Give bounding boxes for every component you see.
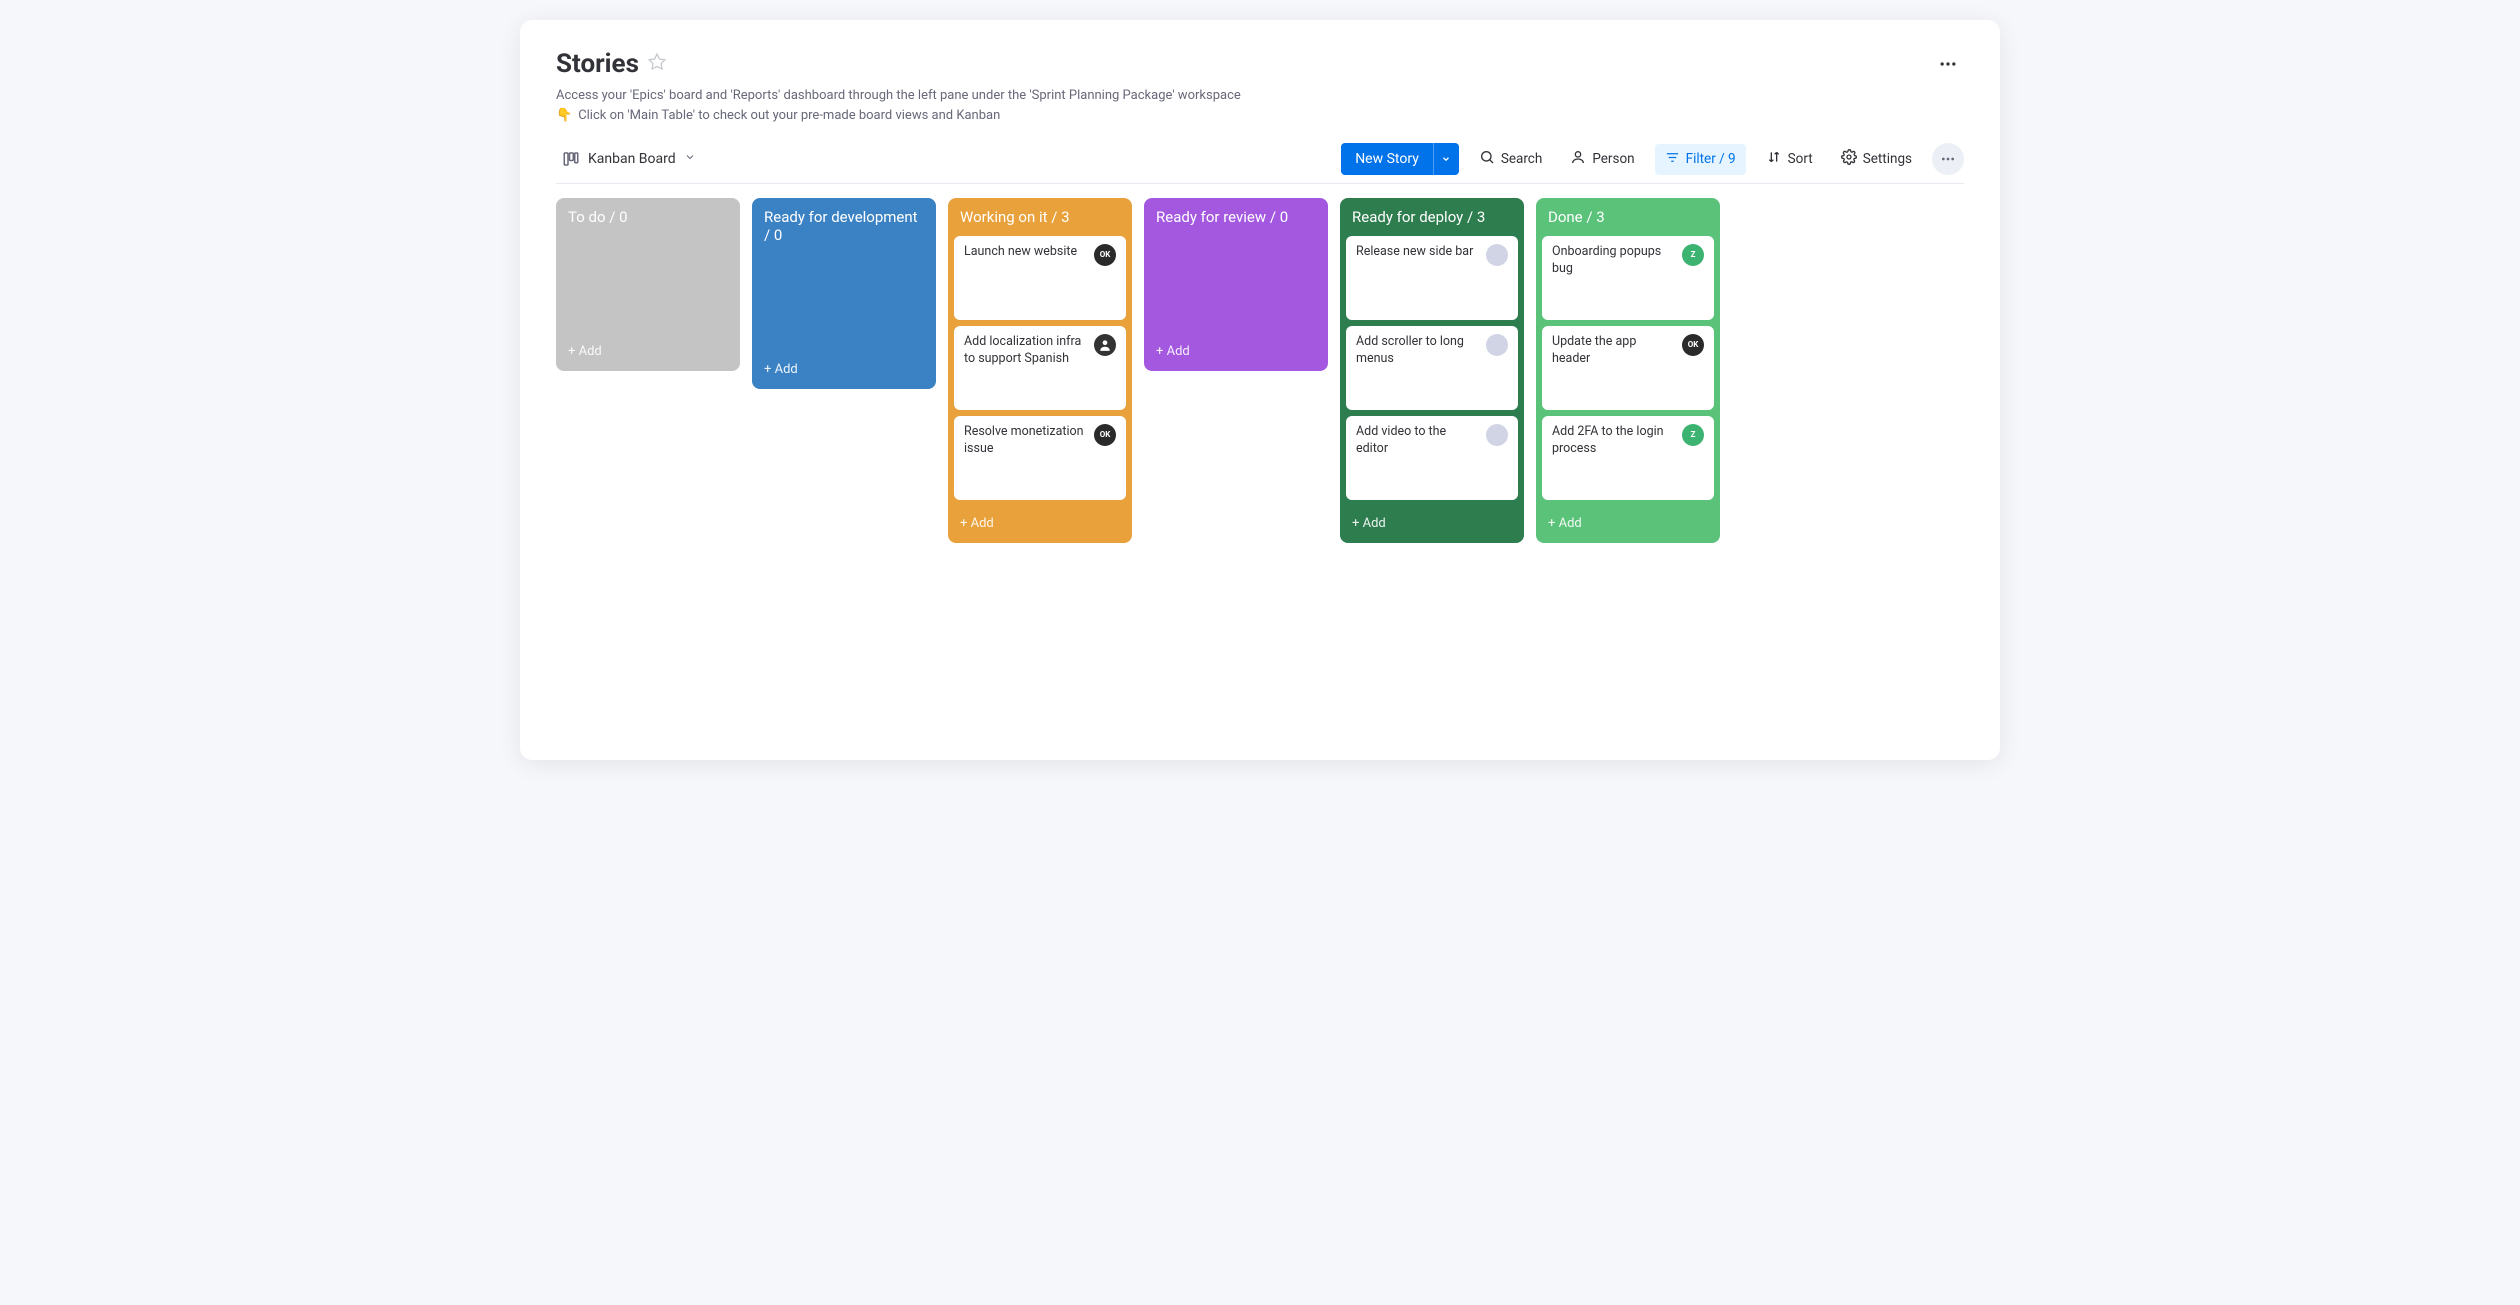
add-card-button[interactable]: + Add [1536,506,1720,543]
column-done: Done / 3 Onboarding popups bug Z Update the… [1536,198,1720,543]
assignee-avatar[interactable] [1094,334,1116,356]
assignee-avatar[interactable]: Z [1682,424,1704,446]
title-wrap: Stories [556,49,667,79]
card-title: Resolve monetization issue [964,424,1088,492]
card-title: Add scroller to long menus [1356,334,1480,402]
toolbar-more-button[interactable] [1932,143,1964,175]
column-body [556,236,740,334]
view-switcher[interactable]: Kanban Board [556,146,702,172]
search-icon [1479,149,1495,169]
card[interactable]: Launch new website OK [954,236,1126,320]
add-card-button[interactable]: + Add [1340,506,1524,543]
card[interactable]: Update the app header OK [1542,326,1714,410]
settings-button[interactable]: Settings [1833,143,1920,175]
card[interactable]: Add localization infra to support Spanis… [954,326,1126,410]
star-icon[interactable] [647,52,667,76]
header-more-button[interactable] [1932,48,1964,80]
column-header[interactable]: Done / 3 [1536,198,1720,236]
view-name: Kanban Board [588,151,676,167]
card-title: Add 2FA to the login process [1552,424,1676,492]
kanban-icon [562,150,580,168]
sort-icon [1766,149,1782,169]
chevron-down-icon [684,151,696,167]
pointing-down-emoji-icon: 👇 [556,106,572,126]
toolbar-right: New Story Search Person Filter / 9 Sort [1341,143,1964,175]
assignee-avatar[interactable] [1486,334,1508,356]
board-title: Stories [556,49,639,79]
assignee-avatar[interactable]: OK [1094,424,1116,446]
toolbar: Kanban Board New Story Search Person [556,143,1964,184]
column-body: Release new side bar Add scroller to long… [1340,236,1524,506]
column-todo: To do / 0 + Add [556,198,740,371]
add-card-button[interactable]: + Add [948,506,1132,543]
new-story-dropdown[interactable] [1433,143,1459,175]
card-title: Onboarding popups bug [1552,244,1676,312]
assignee-avatar[interactable] [1486,424,1508,446]
person-label: Person [1592,151,1634,167]
assignee-avatar[interactable]: Z [1682,244,1704,266]
column-header[interactable]: Working on it / 3 [948,198,1132,236]
settings-label: Settings [1863,151,1912,167]
board-description: Access your 'Epics' board and 'Reports' … [556,86,1964,106]
card-title: Update the app header [1552,334,1676,402]
column-body [752,254,936,352]
search-label: Search [1501,151,1542,167]
card-title: Add localization infra to support Spanis… [964,334,1088,402]
kanban-board: To do / 0 + Add Ready for development / 0 +… [556,198,1964,563]
column-header[interactable]: To do / 0 [556,198,740,236]
filter-icon [1665,150,1680,169]
filter-button[interactable]: Filter / 9 [1655,144,1746,175]
sort-button[interactable]: Sort [1758,143,1821,175]
hint-row: 👇 Click on 'Main Table' to check out you… [556,106,1964,126]
card[interactable]: Onboarding popups bug Z [1542,236,1714,320]
add-card-button[interactable]: + Add [752,352,936,389]
filter-label: Filter / 9 [1686,151,1736,167]
app-frame: Stories Access your 'Epics' board and 'R… [520,20,2000,760]
assignee-avatar[interactable] [1486,244,1508,266]
column-header[interactable]: Ready for review / 0 [1144,198,1328,236]
column-body: Launch new website OK Add localization inf… [948,236,1132,506]
add-card-button[interactable]: + Add [1144,334,1328,371]
person-icon [1570,149,1586,169]
card-title: Launch new website [964,244,1077,312]
person-filter-button[interactable]: Person [1562,143,1642,175]
column-ready-dev: Ready for development / 0 + Add [752,198,936,389]
new-story-button[interactable]: New Story [1341,143,1459,175]
column-ready-deploy: Ready for deploy / 3Release new side bar… [1340,198,1524,543]
column-header[interactable]: Ready for development / 0 [752,198,936,254]
assignee-avatar[interactable]: OK [1682,334,1704,356]
header-row: Stories [556,48,1964,80]
column-working: Working on it / 3 Launch new website OK Add… [948,198,1132,543]
column-header[interactable]: Ready for deploy / 3 [1340,198,1524,236]
search-button[interactable]: Search [1471,143,1550,175]
gear-icon [1841,149,1857,169]
card[interactable]: Add scroller to long menus [1346,326,1518,410]
card-title: Release new side bar [1356,244,1473,312]
card[interactable]: Add video to the editor [1346,416,1518,500]
hint-text: Click on 'Main Table' to check out your … [578,106,1000,126]
sort-label: Sort [1788,151,1813,167]
column-body [1144,236,1328,334]
column-body: Onboarding popups bug Z Update the app hea… [1536,236,1720,506]
card[interactable]: Resolve monetization issue OK [954,416,1126,500]
card[interactable]: Add 2FA to the login process Z [1542,416,1714,500]
new-story-label: New Story [1341,143,1433,175]
card-title: Add video to the editor [1356,424,1480,492]
column-ready-review: Ready for review / 0 + Add [1144,198,1328,371]
card[interactable]: Release new side bar [1346,236,1518,320]
add-card-button[interactable]: + Add [556,334,740,371]
assignee-avatar[interactable]: OK [1094,244,1116,266]
